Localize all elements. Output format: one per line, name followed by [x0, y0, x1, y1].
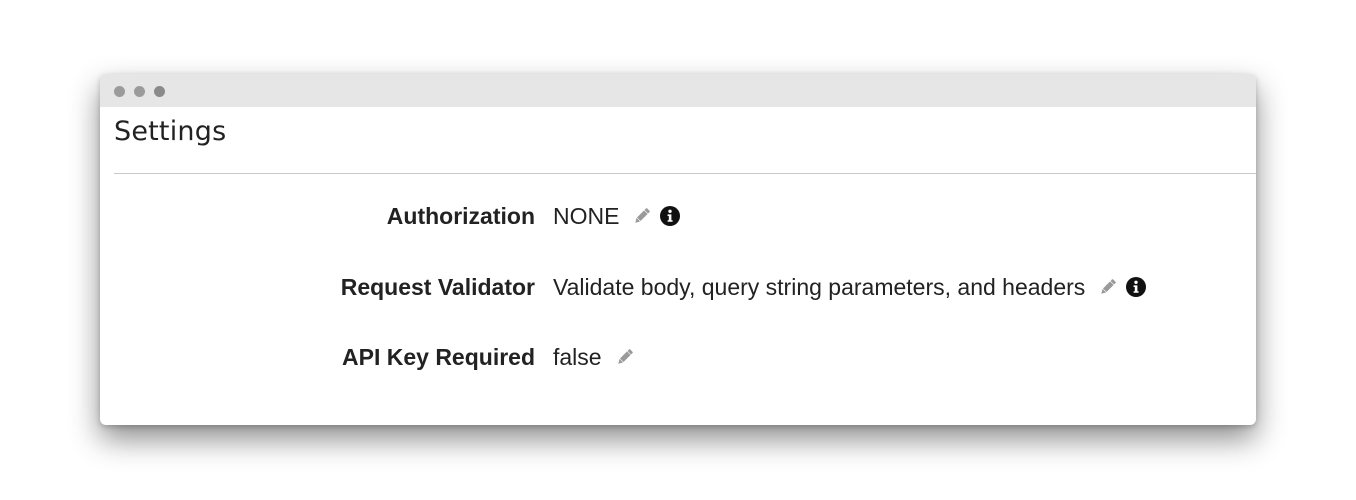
- setting-label: Request Validator: [340, 273, 535, 300]
- setting-value: false: [553, 343, 602, 370]
- setting-row-api-key-required: API Key Required false: [100, 342, 636, 372]
- panel-title: Settings: [114, 116, 227, 147]
- window-titlebar: [100, 74, 1256, 107]
- settings-window: Settings Authorization NONE Request Vali…: [100, 74, 1256, 425]
- pencil-icon[interactable]: [1097, 276, 1119, 298]
- setting-value: NONE: [553, 202, 620, 229]
- pencil-icon[interactable]: [614, 346, 636, 368]
- info-icon[interactable]: [1125, 276, 1147, 298]
- window-close-dot[interactable]: [114, 86, 125, 97]
- pencil-icon[interactable]: [631, 205, 653, 227]
- window-minimize-dot[interactable]: [134, 86, 145, 97]
- setting-row-request-validator: Request Validator Validate body, query s…: [100, 272, 1147, 302]
- setting-label: Authorization: [386, 202, 535, 229]
- setting-label: API Key Required: [342, 343, 535, 370]
- setting-value: Validate body, query string parameters, …: [553, 273, 1086, 300]
- title-divider: [114, 173, 1256, 174]
- setting-row-authorization: Authorization NONE: [100, 201, 681, 231]
- info-icon[interactable]: [659, 205, 681, 227]
- window-maximize-dot[interactable]: [154, 86, 165, 97]
